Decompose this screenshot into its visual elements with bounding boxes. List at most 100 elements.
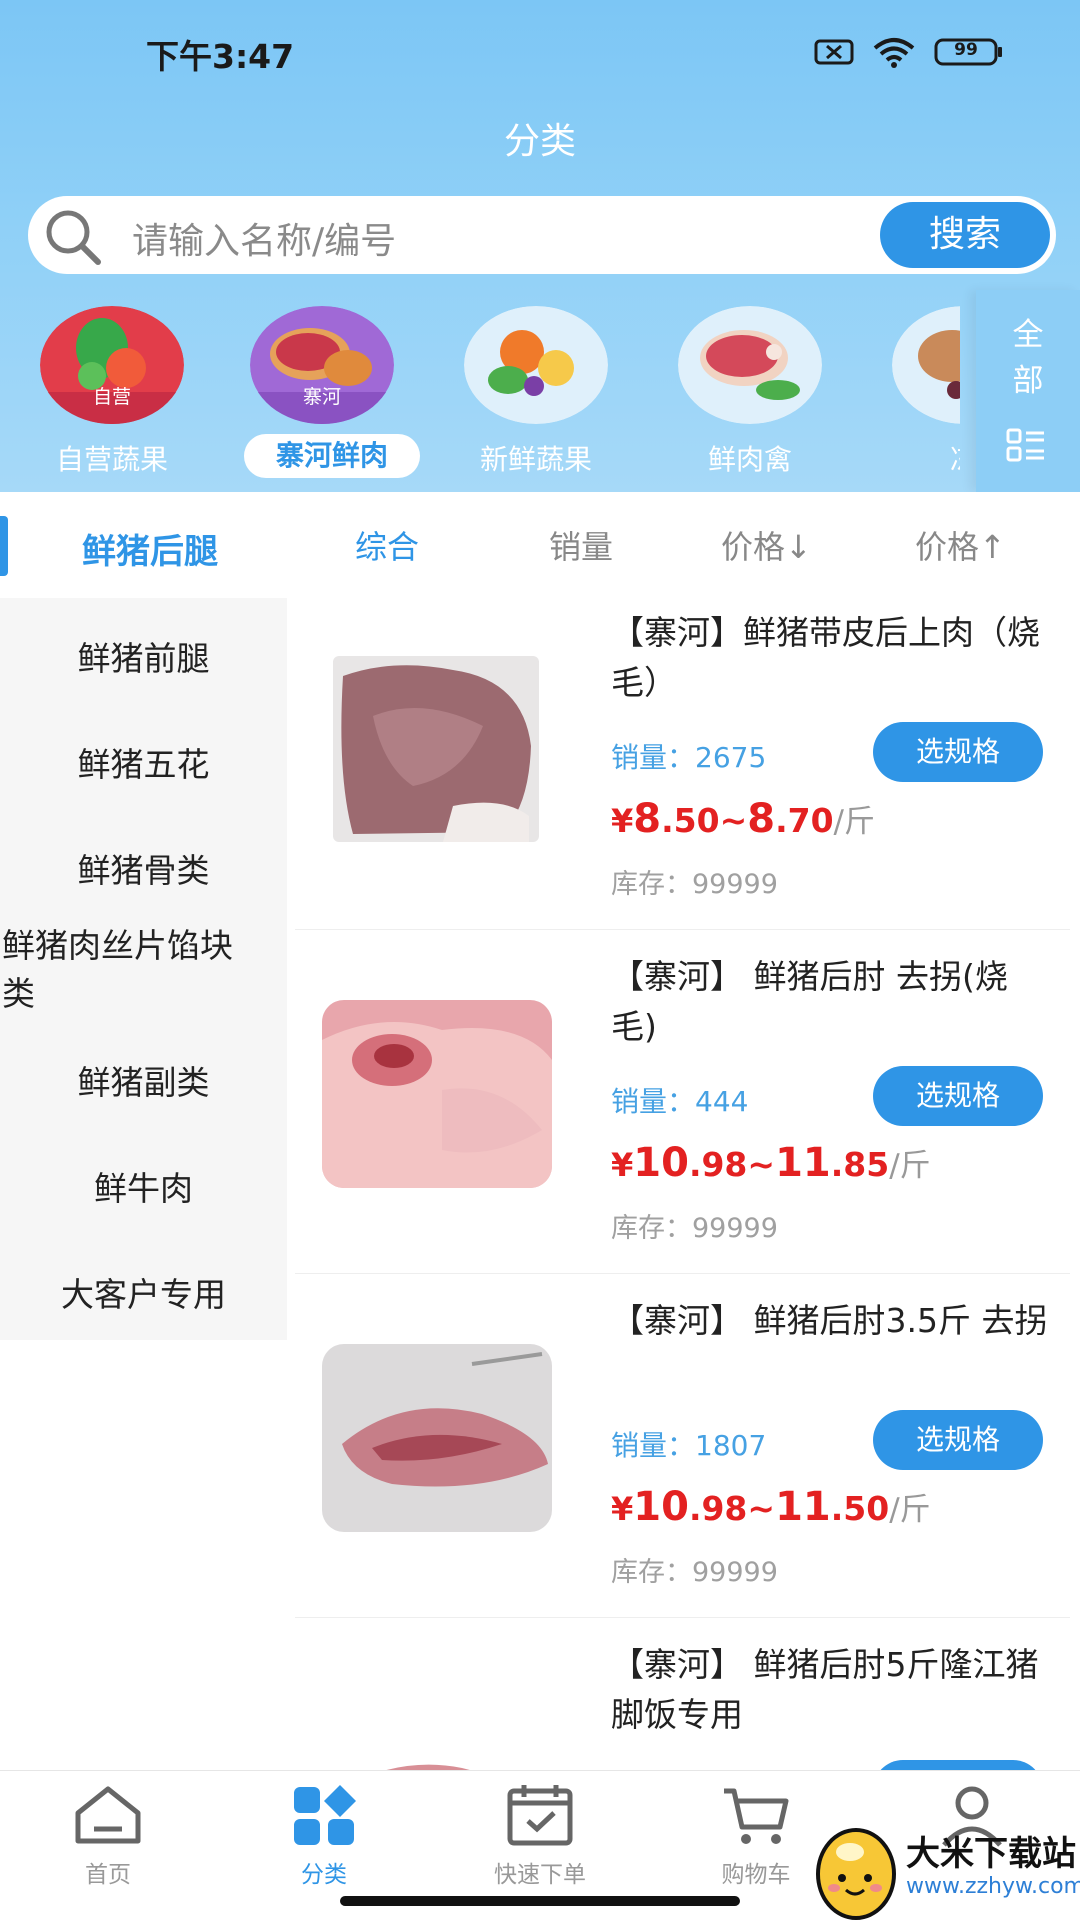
sidebar-item[interactable]: 鲜猪副类	[0, 1056, 287, 1104]
site-watermark: 大米下载站 www.zzhyw.com	[810, 1816, 1080, 1920]
home-indicator	[340, 1896, 740, 1906]
sort-bar: 综合 销量 价格↓ 价格↑	[287, 492, 1080, 586]
product-stock: 库存：99999	[611, 1550, 778, 1589]
watermark-title: 大米下载站	[906, 1834, 1076, 1874]
status-time: 下午3:47	[146, 37, 295, 76]
sales-label: 销量：	[611, 741, 696, 774]
mascot-logo-icon	[816, 1828, 896, 1920]
product-name: 【寨河】 鲜猪后肘 去拐(烧毛)	[611, 957, 1008, 1046]
product-image	[333, 656, 539, 842]
sidebar-item-label: 鲜猪后腿	[82, 532, 218, 572]
tab-label: 快速下单	[494, 1862, 586, 1888]
battery-icon: 99	[934, 38, 1004, 66]
stock-value: 99999	[692, 1557, 778, 1588]
price-high-dec: .50	[830, 1489, 890, 1528]
frozen-food-icon	[892, 306, 960, 424]
quick-order-icon	[507, 1785, 573, 1846]
price-high-dec: .70	[775, 801, 834, 840]
sidebar-item-active[interactable]: 鲜猪后腿	[0, 492, 287, 598]
product-card[interactable]: 【寨河】 鲜猪后肘5斤隆江猪脚饭专用	[295, 1618, 1070, 1770]
price-currency: ¥	[611, 802, 634, 840]
sidebar-item[interactable]: 大客户专用	[0, 1268, 287, 1316]
tab-label: 分类	[301, 1862, 347, 1888]
category-scroller[interactable]: 自营 自营蔬果 寨河 寨河鲜肉 新鲜蔬果 鲜肉禽 冻	[0, 300, 960, 485]
sidebar	[0, 492, 287, 1340]
price-low-dec: .50	[661, 801, 720, 840]
sim-off-icon	[814, 39, 854, 65]
category-item-meat-poultry[interactable]: 鲜肉禽	[638, 300, 838, 485]
category-item-frozen[interactable]: 冻	[852, 300, 960, 485]
stock-label: 库存：	[611, 1557, 692, 1588]
product-name: 【寨河】 鲜猪后肘3.5斤 去拐	[611, 1301, 1048, 1340]
category-icon	[294, 1785, 356, 1845]
product-sales: 销量：444	[611, 1080, 748, 1120]
price-unit: /斤	[889, 1148, 931, 1184]
product-name: 【寨河】 鲜猪后肘5斤隆江猪脚饭专用	[611, 1645, 1039, 1734]
product-sales: 销量：2675	[611, 736, 766, 776]
category-label: 寨河鲜肉	[244, 434, 420, 478]
price-currency: ¥	[611, 1146, 634, 1184]
price-high-int: 8	[747, 796, 776, 842]
price-low-int: 10	[633, 1484, 689, 1530]
sales-label: 销量：	[611, 1429, 696, 1462]
stock-label: 库存：	[611, 1213, 692, 1244]
product-card[interactable]: 【寨河】鲜猪带皮后上肉（烧毛） 销量：2675 选规格 ¥8.50~8.70/斤…	[295, 586, 1070, 930]
sort-option-sales[interactable]: 销量	[549, 522, 613, 568]
stock-value: 99999	[692, 1213, 778, 1244]
category-item-zhaihe-fresh-meat[interactable]: 寨河 寨河鲜肉	[210, 300, 420, 485]
search-input[interactable]: 请输入名称/编号	[132, 212, 396, 264]
search-icon	[46, 210, 101, 265]
sales-value: 2675	[695, 741, 767, 774]
category-badge: 自营	[92, 386, 131, 408]
sort-option-price-desc[interactable]: 价格↓	[721, 522, 812, 568]
product-price: ¥8.50~8.70/斤	[611, 796, 875, 842]
product-image	[322, 1344, 552, 1532]
category-label: 鲜肉禽	[707, 443, 792, 476]
sales-value: 1807	[695, 1429, 767, 1462]
product-sales: 销量：1807	[611, 1424, 766, 1464]
product-card[interactable]: 【寨河】 鲜猪后肘3.5斤 去拐 销量：1807 选规格 ¥10.98~11.5…	[295, 1274, 1070, 1618]
tab-label: 首页	[85, 1862, 131, 1888]
watermark-url: www.zzhyw.com	[906, 1874, 1080, 1899]
sidebar-item[interactable]: 鲜猪骨类	[0, 844, 287, 892]
sidebar-item[interactable]: 鲜牛肉	[0, 1162, 287, 1210]
choose-spec-button[interactable]	[873, 1760, 1043, 1770]
category-item-self-operated-produce[interactable]: 自营 自营蔬果	[0, 300, 200, 485]
price-high-dec: .85	[830, 1145, 890, 1184]
tab-quick-order[interactable]: 快速下单	[432, 1783, 648, 1893]
price-low-int: 8	[633, 796, 662, 842]
sidebar-item[interactable]: 鲜猪前腿	[0, 632, 287, 680]
price-low-dec: .98	[688, 1489, 748, 1528]
page-title: 分类	[503, 121, 576, 162]
sort-option-comprehensive[interactable]: 综合	[355, 522, 419, 568]
category-label: 新鲜蔬果	[479, 443, 592, 476]
sales-label: 销量：	[611, 1085, 696, 1118]
tab-home[interactable]: 首页	[0, 1783, 216, 1893]
price-low-int: 10	[633, 1140, 689, 1186]
product-card[interactable]: 【寨河】 鲜猪后肘 去拐(烧毛) 销量：444 选规格 ¥10.98~11.85…	[295, 930, 1070, 1274]
stock-value: 99999	[692, 869, 778, 900]
tab-category[interactable]: 分类	[216, 1783, 432, 1893]
search-button[interactable]: 搜索	[880, 202, 1050, 268]
search-bar[interactable]: 请输入名称/编号 搜索	[28, 196, 1056, 274]
list-grid-icon	[1006, 428, 1044, 462]
all-categories-text-2: 部	[1012, 363, 1044, 399]
product-price: ¥10.98~11.50/斤	[611, 1484, 931, 1530]
sidebar-item[interactable]: 鲜猪五花	[0, 738, 287, 786]
category-label: 自营蔬果	[55, 443, 168, 476]
sidebar-item[interactable]: 鲜猪肉丝片馅块类	[0, 922, 260, 1018]
product-image	[322, 1000, 552, 1188]
choose-spec-button[interactable]: 选规格	[873, 1410, 1043, 1470]
all-categories-text-1: 全	[1012, 317, 1044, 353]
cart-icon	[724, 1788, 789, 1844]
price-tilde: ~	[719, 801, 748, 840]
category-badge: 寨河	[302, 386, 341, 408]
choose-spec-button[interactable]: 选规格	[873, 722, 1043, 782]
wifi-icon	[873, 38, 915, 68]
product-name: 【寨河】鲜猪带皮后上肉（烧毛）	[611, 613, 1040, 702]
category-item-fresh-produce[interactable]: 新鲜蔬果	[424, 300, 624, 485]
sort-option-price-asc[interactable]: 价格↑	[915, 522, 1006, 568]
sales-value: 444	[695, 1085, 749, 1118]
all-categories-button[interactable]: 全部	[976, 290, 1080, 492]
choose-spec-button[interactable]: 选规格	[873, 1066, 1043, 1126]
